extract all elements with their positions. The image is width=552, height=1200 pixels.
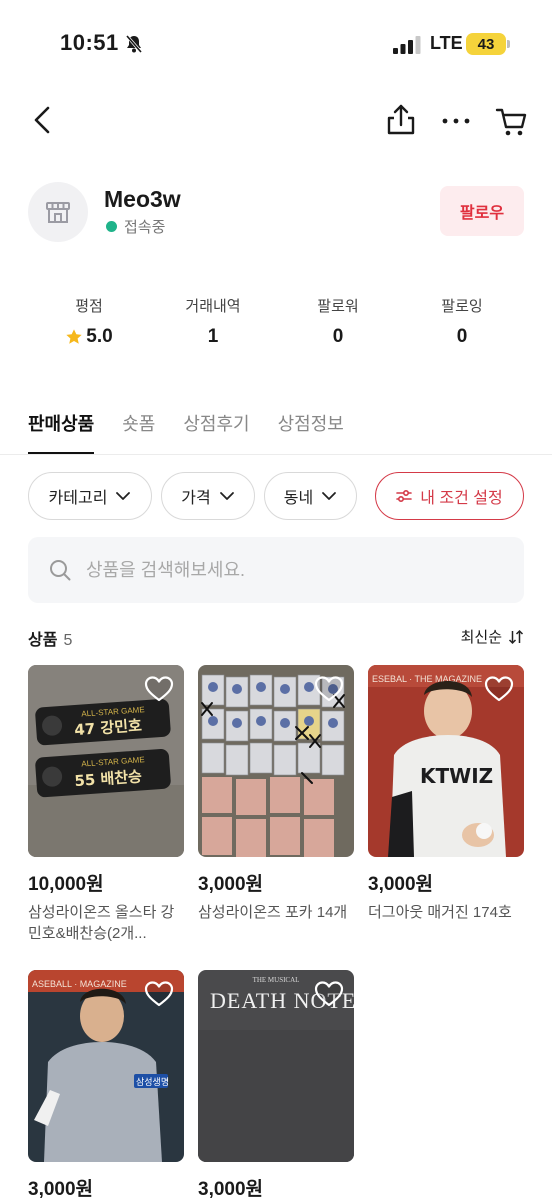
search-input[interactable] — [86, 559, 486, 581]
stat-label: 평점 — [75, 298, 103, 315]
filter-neighborhood[interactable]: 동네 — [264, 472, 357, 520]
more-icon[interactable] — [438, 100, 474, 140]
product-name: 삼성라이온즈 포카 14개 — [198, 904, 348, 921]
heart-icon[interactable] — [144, 980, 174, 1008]
tab-reviews[interactable]: 상점후기 — [183, 410, 249, 454]
tab-shop-info[interactable]: 상점정보 — [278, 410, 344, 454]
products-header: 상품 5 — [28, 626, 72, 650]
online-status-text: 접속중 — [124, 219, 166, 236]
status-bar: 10:51 LTE 43 — [0, 0, 552, 90]
store-icon — [46, 202, 70, 223]
back-icon[interactable] — [26, 100, 62, 140]
online-status-dot — [106, 221, 117, 232]
stat-rating[interactable]: 평점 5.0 — [29, 295, 149, 348]
product-price: 3,000원 — [368, 874, 434, 895]
filter-category-label: 카테고리 — [48, 490, 108, 507]
filter-price[interactable]: 가격 — [161, 472, 255, 520]
product-image-text: 삼성생명 — [136, 1077, 169, 1088]
filter-price-label: 가격 — [181, 490, 211, 507]
product-name: 더그아웃 매거진 174호 — [368, 904, 512, 921]
product-price: 3,000원 — [28, 1179, 94, 1200]
product-price: 10,000원 — [28, 874, 104, 895]
chevron-down-icon — [219, 492, 234, 500]
network-label: LTE — [430, 33, 463, 53]
heart-icon[interactable] — [144, 675, 174, 703]
product-price: 3,000원 — [198, 874, 264, 895]
svg-text:ESEBAL · THE MAGAZINE: ESEBAL · THE MAGAZINE — [372, 674, 482, 684]
product-image[interactable]: ALL-STAR GAME 47 강민호 ALL-STAR GAME 55 배찬… — [28, 665, 184, 857]
product-image-text: KTWIZ — [420, 764, 493, 788]
product-image[interactable]: THE MUSICAL DEATH NOTE — [198, 970, 354, 1162]
heart-icon[interactable] — [314, 675, 344, 703]
stat-value: 1 — [207, 326, 219, 347]
shop-name: Meo3w — [104, 186, 181, 212]
search-icon — [50, 560, 71, 581]
stat-transactions[interactable]: 거래내역 1 — [153, 295, 273, 348]
product-price: 3,000원 — [198, 1179, 264, 1200]
product-card[interactable]: THE MUSICAL DEATH NOTE 3,000원 — [198, 970, 354, 1200]
svg-text:ASEBALL · MAGAZINE: ASEBALL · MAGAZINE — [32, 979, 127, 989]
follow-button[interactable]: 팔로우 — [440, 186, 524, 236]
search-bar[interactable] — [28, 537, 524, 603]
bell-slash-icon — [125, 35, 143, 53]
tab-bar: 판매상품 숏폼 상점후기 상점정보 — [28, 410, 344, 455]
stat-value: 0 — [332, 326, 344, 347]
sort-arrows-icon — [508, 629, 524, 644]
product-card[interactable]: ESEBAL · THE MAGAZINE KTWIZ 3,000원 더그아웃 … — [368, 665, 524, 923]
signal-icon — [393, 36, 421, 54]
stat-following[interactable]: 팔로잉 0 — [402, 295, 522, 348]
product-card[interactable]: 3,000원 삼성라이온즈 포카 14개 — [198, 665, 354, 923]
chevron-down-icon — [322, 492, 337, 500]
product-name: 삼성라이온즈 올스타 강민호&배찬승(2개... — [28, 904, 175, 942]
stat-followers[interactable]: 팔로워 0 — [278, 295, 398, 348]
battery-cap — [507, 40, 510, 48]
product-image[interactable]: ESEBAL · THE MAGAZINE KTWIZ — [368, 665, 524, 857]
heart-icon[interactable] — [314, 980, 344, 1008]
sliders-icon — [396, 489, 413, 503]
product-card[interactable]: ASEBALL · MAGAZINE 삼성생명 3,000원 — [28, 970, 184, 1200]
stat-value: 0 — [456, 326, 468, 347]
stat-value: 5.0 — [86, 326, 113, 347]
battery-indicator: 43 — [466, 33, 506, 55]
filter-my-conditions[interactable]: 내 조건 설정 — [375, 472, 524, 520]
product-image[interactable]: ASEBALL · MAGAZINE 삼성생명 — [28, 970, 184, 1162]
stat-value-row: 5.0 — [29, 326, 149, 348]
product-image-text: THE MUSICAL — [253, 976, 300, 984]
stat-label: 거래내역 — [185, 298, 241, 315]
products-title: 상품 — [28, 632, 58, 649]
star-icon — [66, 329, 82, 344]
cart-icon[interactable] — [493, 100, 529, 140]
tab-products[interactable]: 판매상품 — [28, 410, 95, 455]
filter-neighborhood-label: 동네 — [283, 490, 314, 507]
divider — [0, 454, 552, 455]
product-card[interactable]: ALL-STAR GAME 47 강민호 ALL-STAR GAME 55 배찬… — [28, 665, 184, 944]
stat-label: 팔로잉 — [441, 298, 483, 315]
status-time: 10:51 — [60, 30, 119, 55]
product-image[interactable] — [198, 665, 354, 857]
avatar[interactable] — [28, 182, 88, 242]
chevron-down-icon — [116, 492, 131, 500]
stat-label: 팔로워 — [317, 298, 359, 315]
tab-shortform[interactable]: 숏폼 — [122, 410, 155, 454]
sort-label: 최신순 — [460, 629, 502, 646]
filter-my-conditions-label: 내 조건 설정 — [420, 490, 503, 507]
heart-icon[interactable] — [484, 675, 514, 703]
sort-button[interactable]: 최신순 — [461, 626, 524, 647]
products-count: 5 — [63, 632, 73, 649]
share-icon[interactable] — [383, 100, 419, 140]
filter-category[interactable]: 카테고리 — [28, 472, 152, 520]
